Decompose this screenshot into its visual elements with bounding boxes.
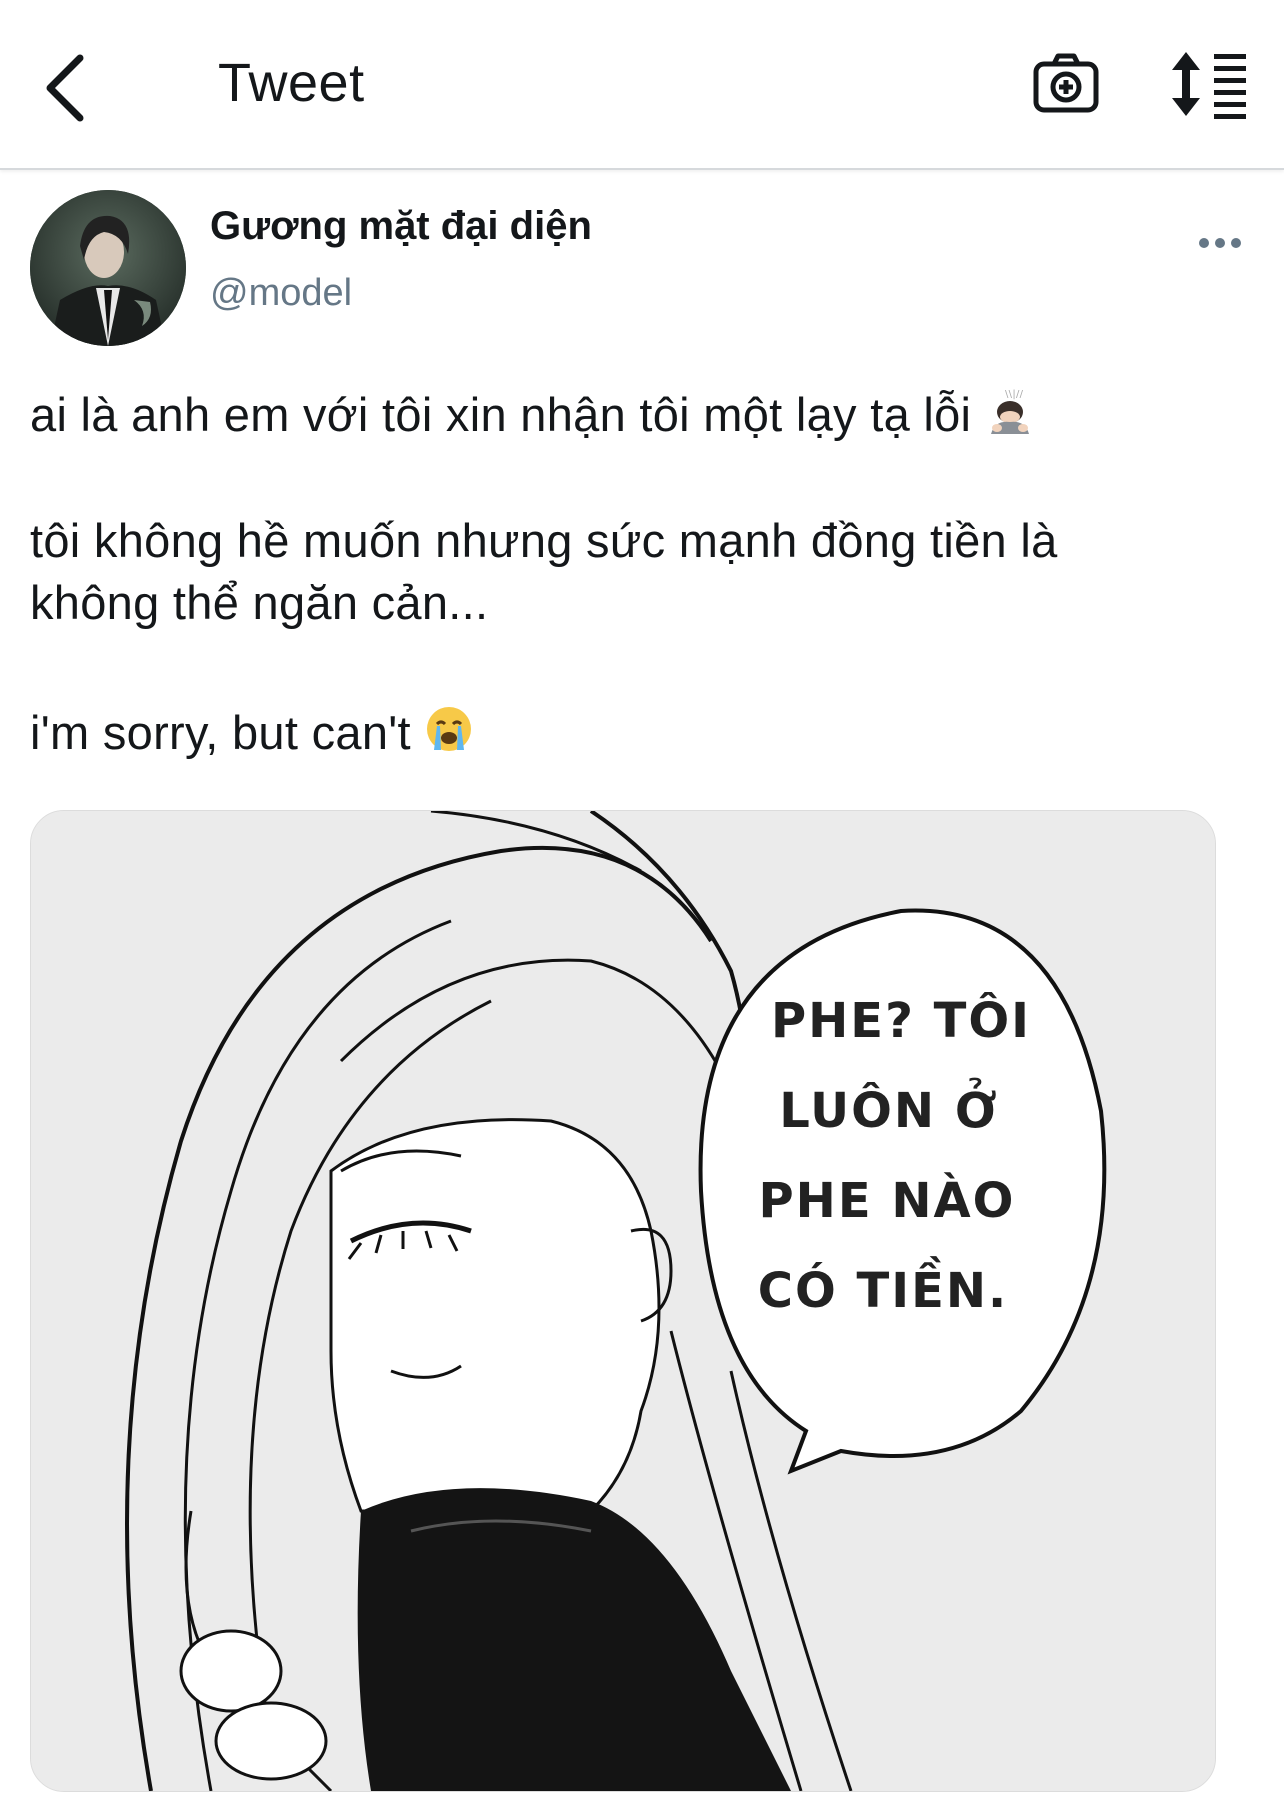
camera-button[interactable]	[1030, 48, 1102, 120]
top-bar: Tweet	[0, 0, 1284, 170]
speech-bubble-line: PHE? TÔI	[771, 992, 1031, 1049]
speech-bubble-line: LUÔN Ở	[779, 1077, 998, 1139]
more-dots-icon	[1199, 238, 1241, 248]
tweet-media-image[interactable]: PHE? TÔI LUÔN Ở PHE NÀO CÓ TIỀN.	[30, 810, 1216, 1792]
back-button[interactable]	[36, 48, 100, 128]
avatar-image	[30, 190, 186, 346]
sort-button[interactable]	[1170, 48, 1250, 120]
page-title: Tweet	[218, 53, 365, 113]
person-bowing-emoji-icon: \\|//	[985, 386, 1035, 451]
tweet-text-line: i'm sorry, but can't	[30, 702, 474, 769]
tweet-text-segment: i'm sorry, but can't	[30, 706, 411, 759]
more-options-button[interactable]	[1190, 226, 1250, 260]
speech-bubble-line: PHE NÀO	[759, 1172, 1016, 1229]
avatar[interactable]	[30, 190, 186, 346]
tweet-text-line: tôi không hề muốn nhưng sức mạnh đồng ti…	[30, 514, 1058, 567]
camera-plus-icon	[1033, 53, 1099, 113]
tweet-text-line: không thể ngăn cản...	[30, 576, 489, 629]
user-handle[interactable]: @model	[210, 272, 352, 315]
manga-panel-illustration: PHE? TÔI LUÔN Ở PHE NÀO CÓ TIỀN.	[31, 811, 1215, 1791]
display-name[interactable]: Gương mặt đại diện	[210, 204, 592, 249]
sort-list-icon	[1172, 52, 1246, 119]
tweet-text-segment: ai là anh em với tôi xin nhận tôi một lạ…	[30, 388, 972, 441]
chevron-left-icon	[46, 54, 84, 122]
crying-face-emoji-icon	[424, 704, 474, 769]
tweet-text-line: ai là anh em với tôi xin nhận tôi một lạ…	[30, 384, 1035, 451]
svg-text:\\|//: \\|//	[1005, 389, 1024, 400]
speech-bubble-line: CÓ TIỀN.	[758, 1256, 1009, 1319]
